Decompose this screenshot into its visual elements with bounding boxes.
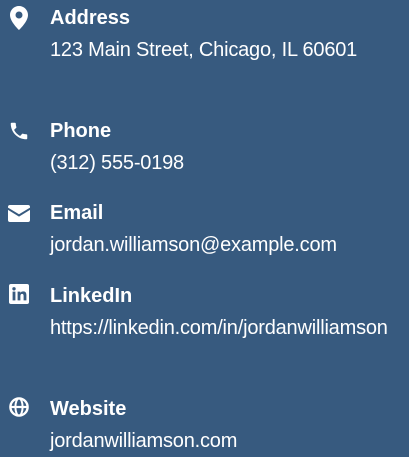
globe-icon [4, 392, 34, 422]
contact-item-phone: Phone (312) 555-0198 [0, 119, 409, 179]
linkedin-icon [4, 279, 34, 309]
contact-item-linkedin: LinkedIn https://linkedin.com/in/jordanw… [0, 284, 409, 376]
phone-value[interactable]: (312) 555-0198 [50, 147, 409, 179]
linkedin-value[interactable]: https://linkedin.com/in/jordanwilliamson [50, 312, 409, 344]
linkedin-label: LinkedIn [50, 285, 133, 307]
address-value: 123 Main Street, Chicago, IL 60601 [50, 39, 358, 61]
address-label: Address [50, 7, 131, 29]
envelope-icon [4, 198, 34, 228]
phone-label: Phone [50, 120, 112, 142]
website-value[interactable]: jordanwilliamson.com [50, 425, 409, 457]
email-label: Email [50, 202, 104, 224]
contact-item-email: Email jordan.williamson@example.com [0, 201, 409, 261]
email-value[interactable]: jordan.williamson@example.com [50, 229, 409, 261]
phone-icon [4, 116, 34, 146]
map-pin-icon [4, 3, 34, 33]
contact-item-website: Website jordanwilliamson.com [0, 397, 409, 457]
contact-list: Address 123 Main Street, Chicago, IL 606… [0, 0, 409, 452]
website-label: Website [50, 398, 127, 420]
contact-item-address: Address 123 Main Street, Chicago, IL 606… [0, 6, 409, 98]
